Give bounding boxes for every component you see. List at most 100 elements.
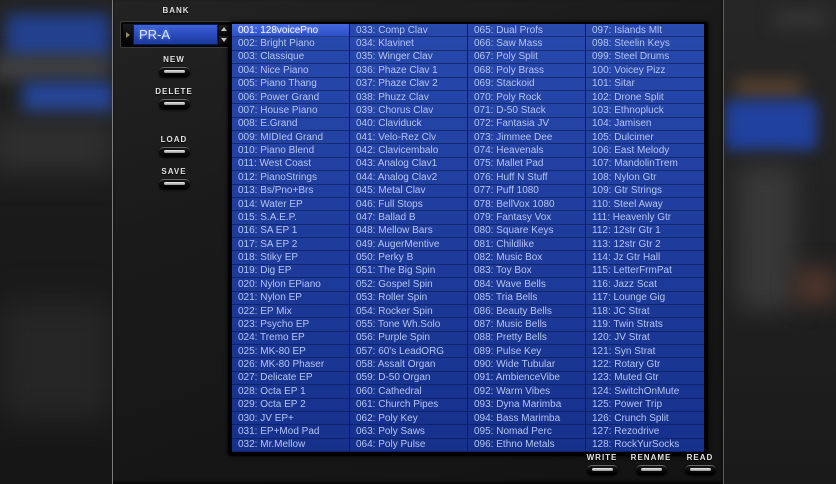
patch-item[interactable]: 060: Cathedral xyxy=(350,385,467,399)
patch-item[interactable]: 089: Pulse Key xyxy=(468,345,585,359)
patch-item[interactable]: 050: Perky B xyxy=(350,251,467,265)
bank-menu-button[interactable] xyxy=(123,24,133,45)
rename-button[interactable] xyxy=(635,465,667,475)
patch-item[interactable]: 126: Crunch Split xyxy=(586,412,704,426)
patch-item[interactable]: 102: Drone Split xyxy=(586,91,704,105)
patch-item[interactable]: 033: Comp Clav xyxy=(350,24,467,38)
patch-item[interactable]: 005: Piano Thang xyxy=(232,78,349,91)
patch-item[interactable]: 100: Voicey Pizz xyxy=(586,64,704,78)
patch-item[interactable]: 020: Nylon EPiano xyxy=(232,278,349,292)
patch-item[interactable]: 070: Poly Rock xyxy=(468,91,585,105)
patch-item[interactable]: 071: D-50 Stack xyxy=(468,104,585,118)
patch-item[interactable]: 109: Gtr Strings xyxy=(586,185,704,198)
patch-item[interactable]: 047: Ballad B xyxy=(350,211,467,225)
patch-item[interactable]: 093: Dyna Marimba xyxy=(468,399,585,412)
patch-item[interactable]: 026: MK-80 Phaser xyxy=(232,358,349,372)
patch-item[interactable]: 002: Bright Piano xyxy=(232,37,349,51)
patch-item[interactable]: 117: Lounge Gig xyxy=(586,292,704,305)
write-button[interactable] xyxy=(586,465,618,475)
patch-item[interactable]: 018: Stiky EP xyxy=(232,251,349,265)
patch-item[interactable]: 076: Huff N Stuff xyxy=(468,171,585,185)
patch-item[interactable]: 103: Ethnopluck xyxy=(586,104,704,118)
patch-item[interactable]: 012: PianoStrings xyxy=(232,171,349,185)
patch-item[interactable]: 062: Poly Key xyxy=(350,412,467,426)
patch-item[interactable]: 079: Fantasy Vox xyxy=(468,211,585,225)
read-button[interactable] xyxy=(684,465,716,475)
patch-item[interactable]: 053: Roller Spin xyxy=(350,292,467,305)
patch-item[interactable]: 031: EP+Mod Pad xyxy=(232,425,349,439)
patch-item[interactable]: 068: Poly Brass xyxy=(468,64,585,78)
patch-item[interactable]: 042: Clavicembalo xyxy=(350,144,467,158)
patch-item[interactable]: 122: Rotary Gtr xyxy=(586,358,704,372)
patch-item[interactable]: 019: Dig EP xyxy=(232,265,349,279)
patch-item[interactable]: 099: Steel Drums xyxy=(586,51,704,65)
patch-item[interactable]: 006: Power Grand xyxy=(232,91,349,105)
patch-item[interactable]: 030: JV EP+ xyxy=(232,412,349,426)
patch-item[interactable]: 008: E.Grand xyxy=(232,118,349,131)
patch-item[interactable]: 049: AugerMentive xyxy=(350,238,467,252)
patch-item[interactable]: 091: AmbienceVibe xyxy=(468,372,585,386)
patch-item[interactable]: 011: West Coast xyxy=(232,158,349,172)
patch-item[interactable]: 021: Nylon EP xyxy=(232,292,349,305)
patch-item[interactable]: 069: Stackoid xyxy=(468,78,585,91)
patch-item[interactable]: 077: Puff 1080 xyxy=(468,185,585,198)
patch-item[interactable]: 108: Nylon Gtr xyxy=(586,171,704,185)
patch-item[interactable]: 046: Full Stops xyxy=(350,198,467,212)
patch-item[interactable]: 085: Tria Bells xyxy=(468,292,585,305)
patch-item[interactable]: 024: Tremo EP xyxy=(232,332,349,345)
patch-item[interactable]: 116: Jazz Scat xyxy=(586,278,704,292)
patch-item[interactable]: 027: Delicate EP xyxy=(232,372,349,386)
patch-item[interactable]: 014: Water EP xyxy=(232,198,349,212)
patch-item[interactable]: 016: SA EP 1 xyxy=(232,225,349,238)
patch-item[interactable]: 063: Poly Saws xyxy=(350,425,467,439)
patch-item[interactable]: 114: Jz Gtr Hall xyxy=(586,251,704,265)
patch-item[interactable]: 107: MandolinTrem xyxy=(586,158,704,172)
patch-item[interactable]: 036: Phaze Clav 1 xyxy=(350,64,467,78)
patch-item[interactable]: 041: Velo-Rez Clv xyxy=(350,131,467,145)
patch-item[interactable]: 057: 60's LeadORG xyxy=(350,345,467,359)
patch-item[interactable]: 044: Analog Clav2 xyxy=(350,171,467,185)
patch-item[interactable]: 058: Assalt Organ xyxy=(350,358,467,372)
patch-item[interactable]: 084: Wave Bells xyxy=(468,278,585,292)
bank-value-display[interactable]: PR-A xyxy=(133,24,218,45)
patch-item[interactable]: 034: Klavinet xyxy=(350,37,467,51)
patch-item[interactable]: 059: D-50 Organ xyxy=(350,372,467,386)
patch-item[interactable]: 119: Twin Strats xyxy=(586,318,704,332)
patch-item[interactable]: 066: Saw Mass xyxy=(468,37,585,51)
patch-item[interactable]: 094: Bass Marimba xyxy=(468,412,585,426)
patch-item[interactable]: 037: Phaze Clav 2 xyxy=(350,78,467,91)
patch-item[interactable]: 022: EP Mix xyxy=(232,305,349,319)
patch-item[interactable]: 115: LetterFrmPat xyxy=(586,265,704,279)
patch-item[interactable]: 054: Rocker Spin xyxy=(350,305,467,319)
patch-item[interactable]: 010: Piano Blend xyxy=(232,144,349,158)
patch-item[interactable]: 106: East Melody xyxy=(586,144,704,158)
patch-item[interactable]: 095: Nomad Perc xyxy=(468,425,585,439)
patch-item[interactable]: 039: Chorus Clav xyxy=(350,104,467,118)
patch-item[interactable]: 009: MIDIed Grand xyxy=(232,131,349,145)
patch-item[interactable]: 045: Metal Clav xyxy=(350,185,467,198)
patch-item[interactable]: 015: S.A.E.P. xyxy=(232,211,349,225)
patch-item[interactable]: 125: Power Trip xyxy=(586,399,704,412)
patch-item[interactable]: 074: Heavenals xyxy=(468,144,585,158)
patch-item[interactable]: 043: Analog Clav1 xyxy=(350,158,467,172)
patch-item[interactable]: 127: Rezodrive xyxy=(586,425,704,439)
patch-item[interactable]: 101: Sitar xyxy=(586,78,704,91)
patch-item[interactable]: 124: SwitchOnMute xyxy=(586,385,704,399)
load-button[interactable] xyxy=(158,147,190,157)
patch-item[interactable]: 038: Phuzz Clav xyxy=(350,91,467,105)
patch-item[interactable]: 048: Mellow Bars xyxy=(350,225,467,238)
patch-item[interactable]: 081: Childlike xyxy=(468,238,585,252)
patch-item[interactable]: 061: Church Pipes xyxy=(350,399,467,412)
save-button[interactable] xyxy=(158,179,190,189)
patch-item[interactable]: 029: Octa EP 2 xyxy=(232,399,349,412)
patch-item[interactable]: 112: 12str Gtr 1 xyxy=(586,225,704,238)
patch-item[interactable]: 040: Claviduck xyxy=(350,118,467,131)
patch-item[interactable]: 111: Heavenly Gtr xyxy=(586,211,704,225)
patch-item[interactable]: 078: BellVox 1080 xyxy=(468,198,585,212)
patch-item[interactable]: 067: Poly Split xyxy=(468,51,585,65)
patch-item[interactable]: 120: JV Strat xyxy=(586,332,704,345)
delete-button[interactable] xyxy=(158,99,190,109)
patch-item[interactable]: 092: Warm Vibes xyxy=(468,385,585,399)
patch-item[interactable]: 052: Gospel Spin xyxy=(350,278,467,292)
patch-item[interactable]: 065: Dual Profs xyxy=(468,24,585,38)
